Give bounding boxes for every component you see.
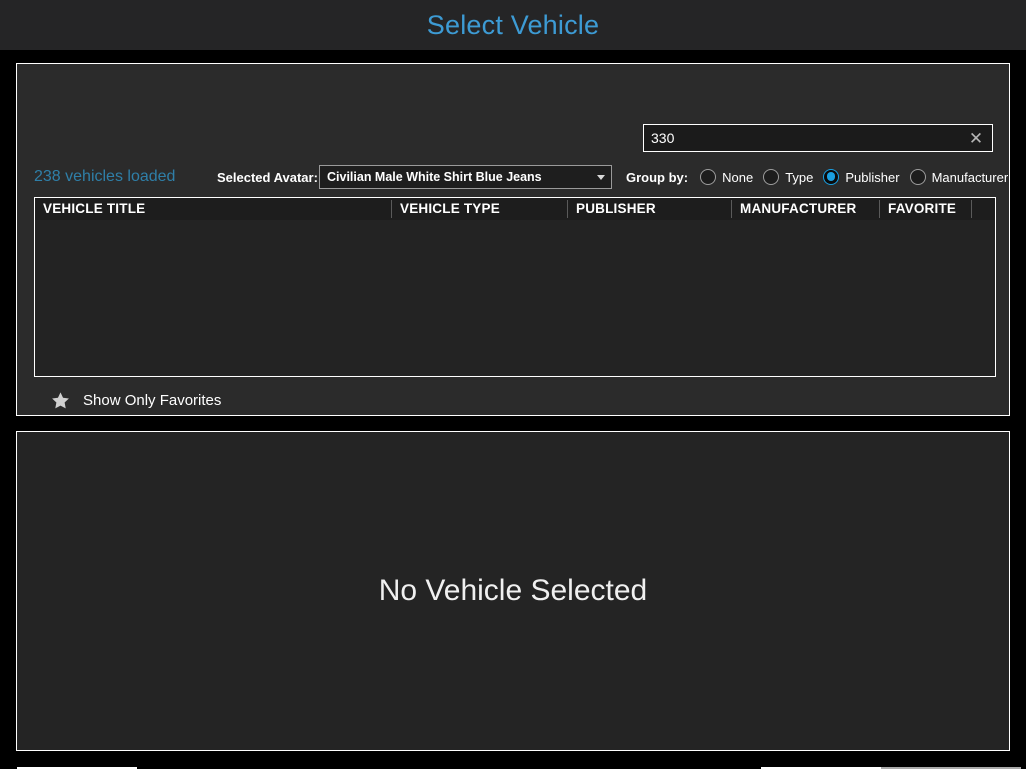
column-header-vehicle-type[interactable]: VEHICLE TYPE [392, 200, 568, 218]
group-by-option-label: Type [785, 169, 814, 185]
clear-search-icon[interactable]: ✕ [964, 126, 988, 150]
column-header-extra[interactable] [972, 200, 995, 218]
column-header-manufacturer[interactable]: MANUFACTURER [732, 200, 880, 218]
star-icon [52, 392, 69, 409]
search-row: ✕ [643, 124, 993, 152]
controls-row: 238 vehicles loaded Selected Avatar: Civ… [17, 164, 1011, 190]
vehicle-selection-panel: ✕ 238 vehicles loaded Selected Avatar: C… [16, 63, 1010, 416]
group-by-option-type[interactable]: Type [763, 169, 813, 185]
radio-icon [700, 169, 717, 185]
dialog-body: ✕ 238 vehicles loaded Selected Avatar: C… [0, 50, 1026, 769]
dialog-footer: Hide Details Cancel OK [0, 755, 1026, 769]
chevron-down-icon [597, 174, 605, 180]
vehicle-table[interactable]: VEHICLE TITLE VEHICLE TYPE PUBLISHER MAN… [34, 197, 996, 377]
group-by-option-label: Manufacturer [931, 169, 1009, 185]
search-input[interactable] [651, 125, 964, 151]
vehicle-table-body[interactable] [35, 220, 995, 376]
show-only-favorites-label: Show Only Favorites [83, 392, 222, 409]
group-by-option-none[interactable]: None [700, 169, 753, 185]
window-title-bar: Select Vehicle [0, 0, 1026, 50]
vehicle-details-panel: No Vehicle Selected [16, 431, 1010, 751]
radio-selected-icon [823, 169, 840, 185]
radio-icon [909, 169, 926, 185]
no-vehicle-selected-message: No Vehicle Selected [378, 574, 648, 607]
group-by-option-manufacturer[interactable]: Manufacturer [909, 169, 1009, 185]
group-by-radio-group: Group by: None Type Publisher Manufactur… [626, 169, 1018, 185]
page-title: Select Vehicle [426, 9, 600, 40]
column-header-favorite[interactable]: FAVORITE [880, 200, 972, 218]
vehicles-loaded-status: 238 vehicles loaded [34, 168, 176, 185]
group-by-option-label: Publisher [845, 169, 900, 185]
radio-icon [763, 169, 780, 185]
group-by-option-label: None [722, 169, 754, 185]
search-box[interactable]: ✕ [643, 124, 993, 152]
selected-avatar-label: Selected Avatar: [217, 169, 318, 185]
group-by-label: Group by: [626, 169, 689, 185]
vehicle-table-header: VEHICLE TITLE VEHICLE TYPE PUBLISHER MAN… [35, 198, 995, 220]
column-header-vehicle-title[interactable]: VEHICLE TITLE [35, 200, 392, 218]
selected-avatar-value: Civilian Male White Shirt Blue Jeans [327, 170, 542, 184]
group-by-option-publisher[interactable]: Publisher [823, 169, 900, 185]
column-header-publisher[interactable]: PUBLISHER [568, 200, 732, 218]
selected-avatar-dropdown[interactable]: Civilian Male White Shirt Blue Jeans [319, 165, 612, 189]
show-only-favorites-toggle[interactable]: Show Only Favorites [51, 391, 221, 410]
